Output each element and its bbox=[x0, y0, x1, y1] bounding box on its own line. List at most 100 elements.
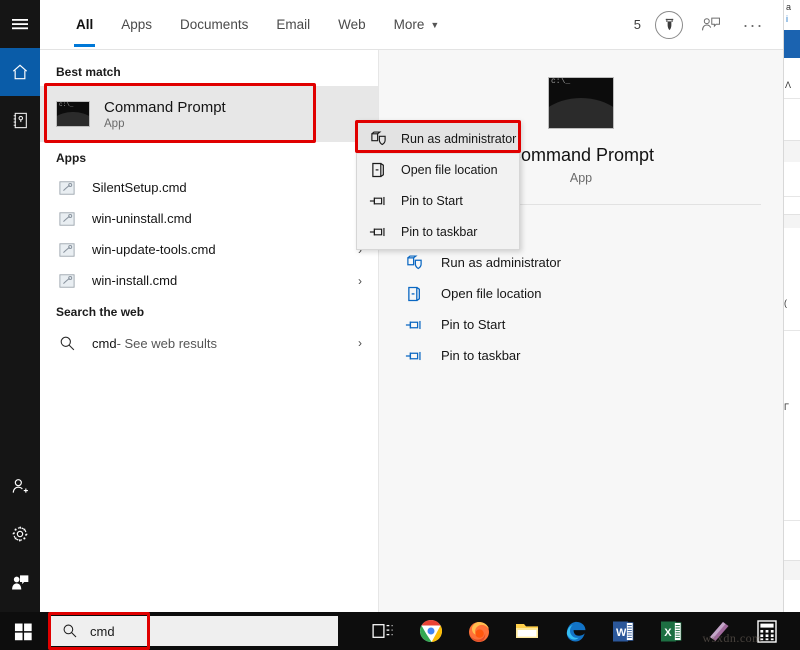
file-explorer-icon[interactable] bbox=[514, 618, 540, 644]
more-options-button[interactable]: ··· bbox=[739, 11, 767, 39]
preview-action-run-as-administrator[interactable]: Run as administrator bbox=[379, 247, 783, 278]
windows-start-button[interactable] bbox=[0, 612, 46, 650]
tab-apps-label: Apps bbox=[121, 17, 152, 32]
sidebar-item-notebook[interactable] bbox=[0, 96, 40, 144]
cmd-script-icon bbox=[56, 242, 78, 258]
tab-email[interactable]: Email bbox=[262, 0, 324, 50]
account-button[interactable] bbox=[697, 11, 725, 39]
tab-all[interactable]: All bbox=[62, 0, 107, 50]
hamburger-menu-button[interactable] bbox=[0, 0, 40, 48]
preview-action-label: Run as administrator bbox=[441, 255, 561, 270]
context-menu-item-label: Run as administrator bbox=[401, 132, 516, 146]
watermark: wsxdn.com bbox=[703, 631, 763, 646]
word-icon[interactable]: W bbox=[610, 618, 636, 644]
edge-icon[interactable] bbox=[562, 618, 588, 644]
context-menu-item-pin-to-taskbar[interactable]: Pin to taskbar bbox=[357, 216, 519, 247]
chevron-right-icon[interactable]: › bbox=[358, 336, 368, 350]
preview-action-pin-to-start[interactable]: Pin to Start bbox=[379, 309, 783, 340]
rewards-button[interactable] bbox=[655, 11, 683, 39]
background-window[interactable]: a i Λ ( Γ bbox=[783, 0, 800, 612]
context-menu-item-label: Open file location bbox=[401, 163, 498, 177]
pin-icon bbox=[403, 349, 425, 363]
list-item-label: win-install.cmd bbox=[92, 273, 177, 288]
screen: a i Λ ( Γ bbox=[0, 0, 800, 650]
tab-more[interactable]: More ▼ bbox=[380, 0, 454, 50]
web-search-item[interactable]: cmd - See web results › bbox=[40, 326, 378, 360]
tab-documents[interactable]: Documents bbox=[166, 0, 262, 50]
sidebar-item-settings[interactable] bbox=[0, 510, 40, 558]
context-menu-item-label: Pin to taskbar bbox=[401, 225, 477, 239]
pin-icon bbox=[367, 225, 389, 239]
bg-fragment-i: i bbox=[786, 14, 800, 24]
search-flyout: All Apps Documents Email Web More ▼ bbox=[0, 0, 783, 612]
preview-action-pin-to-taskbar[interactable]: Pin to taskbar bbox=[379, 340, 783, 371]
pin-glyph bbox=[369, 225, 387, 239]
filter-tab-bar: All Apps Documents Email Web More ▼ bbox=[40, 0, 783, 50]
windows-start-icon bbox=[14, 622, 33, 641]
file-explorer-glyph bbox=[515, 621, 539, 641]
context-menu-item-pin-to-start[interactable]: Pin to Start bbox=[357, 185, 519, 216]
bg-fragment-gamma: Γ bbox=[784, 402, 800, 412]
tab-all-label: All bbox=[76, 17, 93, 32]
rewards-count: 5 bbox=[634, 17, 641, 32]
list-item-label: win-uninstall.cmd bbox=[92, 211, 192, 226]
svg-text:X: X bbox=[664, 627, 672, 639]
folder-location-glyph bbox=[407, 286, 421, 302]
results-list: Best match c:\_ Command Prompt App Apps bbox=[40, 50, 378, 612]
pin-icon bbox=[403, 318, 425, 332]
web-search-suffix: - See web results bbox=[117, 336, 217, 351]
context-menu-item-run-as-administrator[interactable]: Run as administrator bbox=[357, 123, 519, 154]
list-item[interactable]: win-update-tools.cmd › bbox=[40, 234, 378, 265]
tab-apps[interactable]: Apps bbox=[107, 0, 166, 50]
excel-icon[interactable]: X bbox=[658, 618, 684, 644]
list-item[interactable]: win-uninstall.cmd › bbox=[40, 203, 378, 234]
excel-glyph: X bbox=[660, 620, 682, 643]
best-match-text: Command Prompt App bbox=[104, 99, 226, 130]
cmd-script-glyph bbox=[59, 211, 75, 227]
task-view-icon[interactable] bbox=[370, 618, 396, 644]
bg-divider-3 bbox=[784, 330, 800, 331]
chrome-icon[interactable] bbox=[418, 618, 444, 644]
chevron-right-icon[interactable]: › bbox=[358, 274, 368, 288]
preview-action-open-file-location[interactable]: Open file location bbox=[379, 278, 783, 309]
tab-email-label: Email bbox=[276, 17, 310, 32]
context-menu-item-open-file-location[interactable]: Open file location bbox=[357, 154, 519, 185]
cmd-script-glyph bbox=[59, 242, 75, 258]
list-item-label: win-update-tools.cmd bbox=[92, 242, 216, 257]
firefox-icon[interactable] bbox=[466, 618, 492, 644]
search-glyph bbox=[62, 623, 78, 639]
bg-fragment-lambda: Λ bbox=[785, 80, 800, 90]
sidebar-item-home[interactable] bbox=[0, 48, 40, 96]
search-the-web-header: Search the web bbox=[40, 296, 378, 326]
account-person-icon bbox=[701, 16, 721, 34]
pin-glyph bbox=[405, 349, 423, 363]
rewards-medal-icon bbox=[662, 17, 677, 32]
bg-blue-band bbox=[784, 30, 800, 58]
sidebar-item-add-account[interactable] bbox=[0, 462, 40, 510]
filter-tabs: All Apps Documents Email Web More ▼ bbox=[62, 0, 453, 50]
firefox-glyph bbox=[467, 619, 491, 643]
shield-run-icon bbox=[367, 131, 389, 146]
notebook-icon bbox=[11, 111, 29, 130]
best-match-row[interactable]: c:\_ Command Prompt App bbox=[40, 86, 378, 142]
command-prompt-icon: c:\_ bbox=[56, 101, 90, 127]
chrome-glyph bbox=[419, 619, 443, 643]
list-item[interactable]: SilentSetup.cmd › bbox=[40, 172, 378, 203]
context-menu-item-label: Pin to Start bbox=[401, 194, 463, 208]
list-item[interactable]: win-install.cmd › bbox=[40, 265, 378, 296]
bg-fragment-a: a bbox=[786, 2, 800, 12]
home-icon bbox=[10, 62, 30, 82]
shield-run-icon bbox=[403, 255, 425, 270]
task-view-glyph bbox=[372, 622, 394, 640]
svg-text:W: W bbox=[616, 627, 627, 639]
pin-glyph bbox=[369, 194, 387, 208]
ellipsis-icon: ··· bbox=[743, 20, 764, 30]
chevron-down-icon: ▼ bbox=[430, 20, 439, 30]
preview-icon-wrap: c:\_ bbox=[379, 50, 783, 129]
gear-icon bbox=[10, 524, 30, 544]
sidebar-item-feedback[interactable] bbox=[0, 558, 40, 606]
cmd-script-glyph bbox=[59, 273, 75, 289]
taskbar-search-box[interactable]: cmd bbox=[48, 616, 338, 646]
web-search-query: cmd bbox=[92, 336, 117, 351]
tab-web[interactable]: Web bbox=[324, 0, 380, 50]
